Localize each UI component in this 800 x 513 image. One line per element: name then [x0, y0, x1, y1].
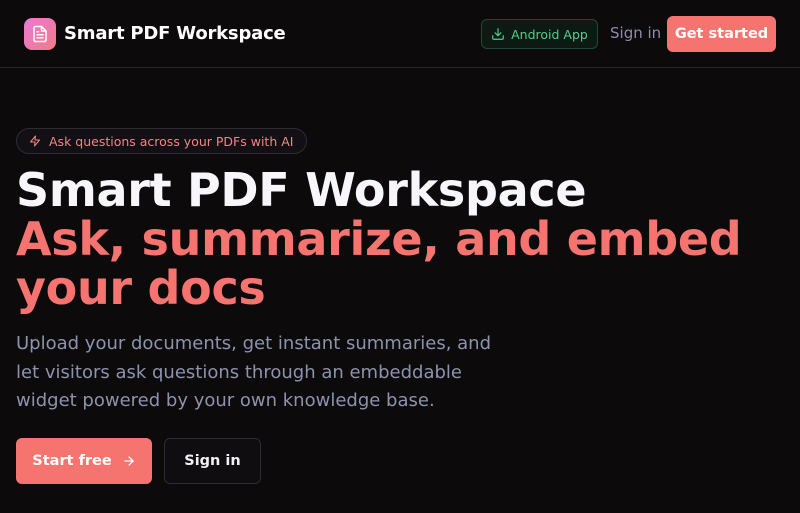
brand-name[interactable]: Smart PDF Workspace: [64, 23, 286, 44]
sign-in-link[interactable]: Sign in: [610, 24, 661, 42]
badge-text: Ask questions across your PDFs with AI: [49, 133, 294, 149]
hero-title-primary: Smart PDF Workspace: [16, 163, 587, 217]
hero-description: Upload your documents, get instant summa…: [16, 333, 492, 411]
android-app-label: Android App: [511, 26, 588, 42]
logo[interactable]: [24, 18, 56, 50]
start-free-label: Start free: [32, 453, 112, 469]
feature-badge: Ask questions across your PDFs with AI: [16, 128, 308, 154]
download-icon: [492, 28, 504, 40]
document-icon: [33, 25, 47, 43]
android-app-button[interactable]: Android App: [481, 19, 598, 49]
start-free-button[interactable]: Start free: [16, 438, 152, 484]
top-nav: Smart PDF Workspace Android App Sign in …: [0, 0, 800, 68]
hero-title: Smart PDF Workspace Ask, summarize, and …: [16, 166, 756, 313]
sparkle-icon: [30, 135, 40, 147]
sign-in-button[interactable]: Sign in: [164, 438, 261, 484]
hero-title-accent: Ask, summarize, and embed your docs: [16, 212, 742, 315]
get-started-button[interactable]: Get started: [667, 16, 776, 52]
arrow-right-icon: [123, 456, 134, 466]
